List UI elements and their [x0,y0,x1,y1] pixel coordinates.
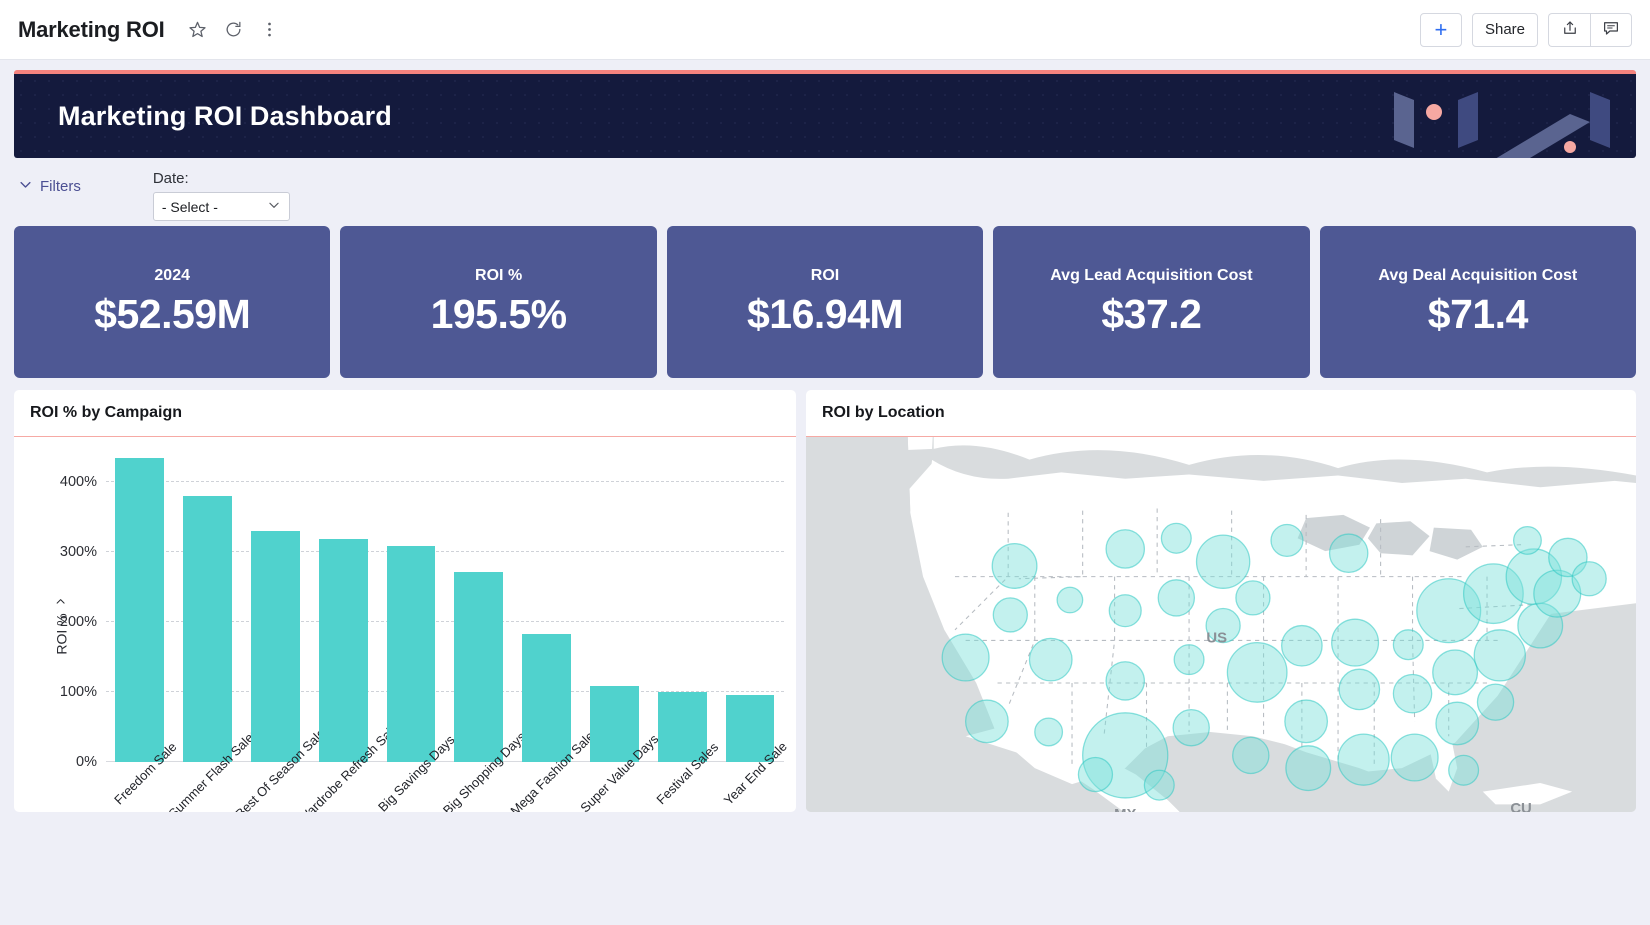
widget-row: ROI % by Campaign ROI % 0% 100% 200% 300% 40… [8,378,1642,812]
bar[interactable] [115,458,165,762]
page-title: Marketing ROI [18,16,165,42]
export-icon [1561,19,1579,41]
kpi-value: $16.94M [746,290,904,337]
bar-slot: Big Savings Days [375,459,458,812]
kpi-label: ROI % [475,266,523,284]
export-button[interactable] [1548,12,1590,47]
date-filter: Date: - Select - [152,170,290,221]
bar-slot: Big Shopping Days [440,459,529,812]
roi-by-location-widget: ROI by Location US CU [806,390,1636,812]
more-options-icon[interactable] [259,19,281,41]
kpi-value: 195.5% [430,290,568,337]
chevron-down-icon [18,177,33,196]
bar[interactable] [318,539,368,762]
title-icon-group [187,19,281,41]
bar-chart: ROI % 0% 100% 200% 300% 400% Freedom Sale Sum… [14,437,796,812]
kpi-value: $52.59M [94,290,251,337]
dashboard-banner-title: Marketing ROI Dashboard [58,100,392,131]
add-widget-button[interactable]: + [1419,12,1462,47]
country-label-mx: MX [1114,807,1136,812]
y-axis-tick-label: 0% [76,754,97,770]
favorite-star-icon[interactable] [187,19,209,41]
kpi-value: $37.2 [1101,290,1202,337]
kpi-card[interactable]: ROI % 195.5% [340,226,657,378]
country-label-us: US [1206,631,1227,647]
y-axis-tick-label: 100% [59,684,97,700]
kpi-card[interactable]: Avg Lead Acquisition Cost $37.2 [993,226,1310,378]
bar-slot: Mega Fashion Sale [507,459,597,812]
dashboard-canvas: Marketing ROI Dashboard Filters Date: - … [0,60,1650,925]
dashboard-banner: Marketing ROI Dashboard [14,70,1636,158]
bar-slot: Best Of Season Sale [233,459,329,812]
app-toolbar: Marketing ROI + Share [0,0,1650,60]
bar-slot: Super Value Days [578,459,662,812]
bar[interactable] [183,496,233,762]
refresh-icon[interactable] [223,19,245,41]
banner-decoration-graphic [1358,74,1618,158]
bar[interactable] [386,546,436,762]
widget-title: ROI % by Campaign [14,390,796,437]
comment-icon [1602,19,1620,41]
kpi-value: $71.4 [1427,290,1529,337]
country-label-cu: CU [1510,801,1532,812]
widget-body: ROI % 0% 100% 200% 300% 400% Freedom Sale Sum… [14,437,796,812]
bar-slot: Freedom Sale [106,458,179,807]
bar[interactable] [454,571,504,762]
toolbar-actions: + Share [1419,12,1632,47]
widget-body: US MX CU [806,437,1636,812]
roi-by-campaign-widget: ROI % by Campaign ROI % 0% 100% 200% 300% 40… [14,390,796,812]
kpi-label: ROI [810,266,840,284]
comment-button[interactable] [1590,12,1632,47]
map-canvas: US MX CU [806,437,1636,812]
filters-label: Filters [40,178,81,195]
bubble-map[interactable]: US MX CU [806,437,1636,812]
chevron-right-icon [54,595,70,607]
bar[interactable] [251,531,300,762]
chevron-down-icon [267,198,281,215]
y-axis-tick-label: 200% [59,614,97,630]
filters-toggle[interactable]: Filters [18,177,81,196]
share-button[interactable]: Share [1471,12,1538,47]
kpi-label: Avg Deal Acquisition Cost [1378,266,1578,284]
bar-slot: Summer Flash Sales [165,459,261,812]
y-axis-tick-label: 300% [59,544,97,560]
kpi-card[interactable]: Avg Deal Acquisition Cost $71.4 [1319,226,1637,378]
kpi-label: 2024 [154,266,190,284]
bar-slot: Year End Sale [716,459,790,808]
kpi-card[interactable]: 2024 $52.59M [14,226,331,378]
y-axis-tick-label: 400% [59,474,97,490]
bar-series: Freedom Sale Summer Flash Sales Best Of Se… [106,458,790,812]
kpi-card[interactable]: ROI $16.94M [666,226,984,378]
bar-slot: Wardrobe Refresh Sale [295,459,402,812]
filters-bar: Filters Date: - Select - [8,158,1642,226]
date-filter-label: Date: [152,170,189,187]
bar-plot-area: 0% 100% 200% 300% 400% Freedom Sale Summer Fl… [60,458,790,812]
widget-title: ROI by Location [806,390,1636,437]
kpi-row: 2024 $52.59M ROI % 195.5% ROI $16.94M Av… [8,226,1642,378]
kpi-label: Avg Lead Acquisition Cost [1050,266,1253,284]
bar[interactable] [522,633,572,762]
date-filter-value: - Select - [161,198,218,215]
bar-slot: Festival Sales [648,459,721,807]
date-filter-select[interactable]: - Select - [152,192,290,221]
